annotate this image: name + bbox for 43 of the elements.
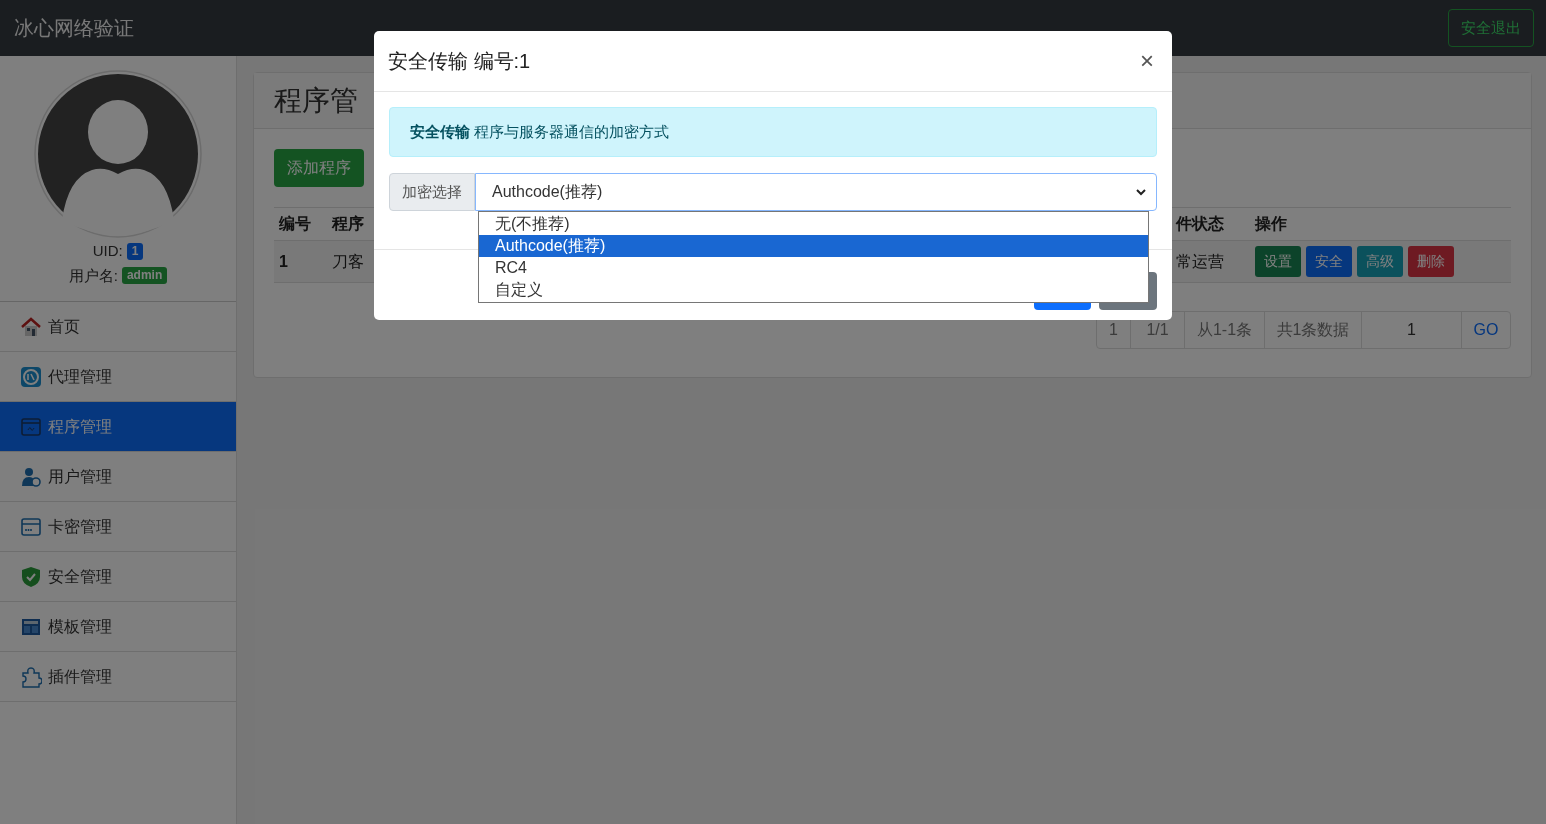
pagination-item: 从1-1条 [1185,312,1265,348]
table-cell-text: 常运营 [1175,251,1225,272]
logout-button[interactable]: 安全退出 [1448,9,1534,47]
encryption-select[interactable]: Authcode(推荐) [475,173,1157,211]
pagination-item: 共1条数据 [1265,312,1362,348]
dropdown-option[interactable]: Authcode(推荐) [479,235,1148,257]
badge-icon [20,365,42,388]
page-title: 程序管 [274,83,358,118]
user-gear-icon [20,465,42,488]
table-cell-text: 刀客 [331,251,365,272]
window-icon [20,415,42,438]
add-program-button[interactable]: 添加程序 [274,149,364,187]
close-button[interactable]: × [1136,49,1158,73]
action-button[interactable]: 设置 [1255,246,1301,277]
dropdown-option[interactable]: 自定义 [479,279,1148,301]
username-badge: admin [121,267,168,285]
column-header: 件状态 [1174,214,1225,234]
card-icon [20,515,42,538]
go-button[interactable]: GO [1462,312,1510,348]
site-title: 冰心网络验证 [14,16,134,41]
select-label: 加密选择 [389,173,475,211]
action-button[interactable]: 安全 [1306,246,1352,277]
action-button[interactable]: 删除 [1408,246,1454,277]
puzzle-icon [20,665,42,688]
column-header: 操作 [1253,214,1288,234]
chevron-down-icon [1136,188,1146,196]
column-header: 程序 [330,214,365,234]
page-input[interactable]: 1 [1362,312,1462,348]
username-label: 用户名: [68,265,118,286]
avatar-icon [34,70,202,238]
table-cell-text: 1 [278,251,289,272]
select-value: Authcode(推荐) [492,182,603,202]
house-icon [20,315,42,338]
dropdown-option[interactable]: RC4 [479,257,1148,279]
uid-label: UID: [92,241,123,261]
shield-check-icon [20,565,42,588]
dropdown-option[interactable]: 无(不推荐) [479,213,1148,235]
action-button[interactable]: 高级 [1357,246,1403,277]
uid-badge: 1 [126,242,144,260]
sidebar-item[interactable]: 程序管理 [0,402,236,452]
alert-text: 安全传输 程序与服务器通信的加密方式 [410,121,670,142]
column-header: 编号 [278,214,312,234]
modal-title: 安全传输 编号:1 [388,49,531,74]
